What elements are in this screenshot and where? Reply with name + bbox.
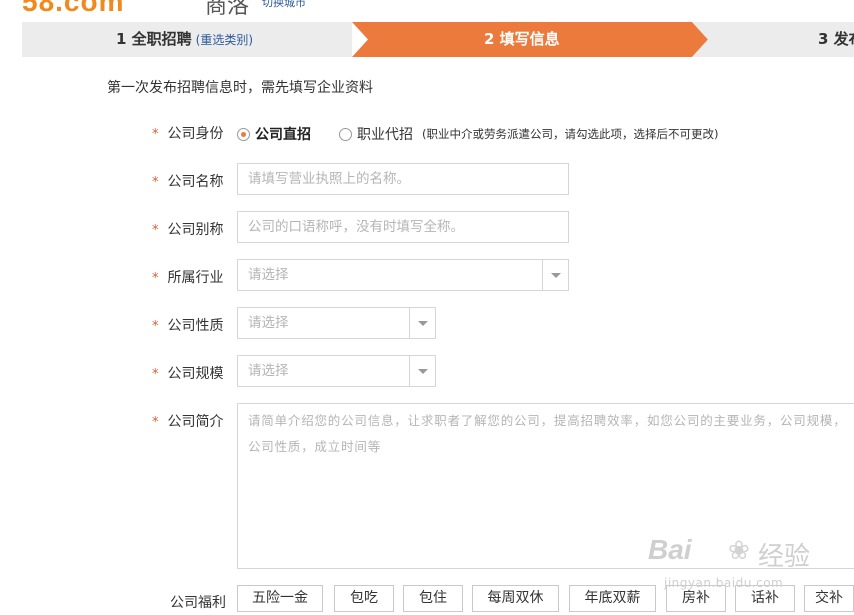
identity-label: * 公司身份 (152, 126, 224, 142)
step-2-current: 2 填写信息 (352, 22, 708, 57)
baidu-jingyan-watermark: Bai ❀ 经验 jingyan.baidu.com (640, 534, 850, 594)
watermark-brand: Bai (648, 534, 692, 565)
watermark-url: jingyan.baidu.com (664, 576, 784, 590)
welfare-label: 公司福利 (170, 595, 226, 611)
industry-select[interactable]: 请选择 (237, 259, 569, 291)
scale-select-value: 请选择 (248, 363, 289, 379)
current-city: 商洛 (205, 0, 250, 19)
industry-select-value: 请选择 (248, 267, 289, 283)
paw-icon: ❀ (728, 536, 750, 566)
welfare-tag[interactable]: 包吃 (334, 585, 394, 612)
welfare-tag[interactable]: 每周双休 (472, 585, 559, 612)
chevron-down-icon[interactable] (409, 356, 435, 386)
chevron-down-icon[interactable] (542, 260, 568, 290)
welfare-tag[interactable]: 五险一金 (237, 585, 323, 612)
step-3: 3 发布 (692, 22, 854, 57)
radio-agency-label: 职业代招 (357, 127, 413, 143)
radio-checked-icon (237, 127, 250, 141)
watermark-brand-cn: 经验 (758, 542, 811, 572)
identity-note: (职业中介或劳务派遣公司，请勾选此项，选择后不可更改) (422, 127, 719, 141)
company-alias-label: * 公司别称 (152, 222, 224, 238)
top-header: 58.com 商洛 切换城市 (0, 0, 854, 20)
chevron-down-icon[interactable] (409, 308, 435, 338)
radio-unchecked-icon (339, 127, 352, 141)
nature-select-value: 请选择 (248, 315, 289, 331)
nature-select[interactable]: 请选择 (237, 307, 436, 339)
reselect-category-link[interactable]: (重选类别) (196, 33, 253, 47)
welfare-tag[interactable]: 包住 (403, 585, 463, 612)
switch-city-link[interactable]: 切换城市 (262, 0, 306, 10)
required-mark: * (152, 127, 159, 142)
step-1-label: 1 全职招聘 (116, 30, 192, 48)
company-intro-label: * 公司简介 (152, 414, 224, 430)
step-2-label: 2 填写信息 (484, 30, 560, 48)
radio-direct-hire[interactable]: 公司直招 (237, 124, 311, 144)
scale-label: * 公司规模 (152, 366, 224, 382)
step-3-label: 3 发布 (818, 30, 854, 48)
industry-label: * 所属行业 (152, 270, 224, 286)
radio-agency[interactable]: 职业代招 (339, 124, 413, 144)
company-name-label: * 公司名称 (152, 174, 224, 190)
company-name-input[interactable]: 请填写营业执照上的名称。 (237, 163, 569, 195)
radio-direct-hire-label: 公司直招 (255, 127, 311, 143)
progress-steps: 1 全职招聘 (重选类别) 2 填写信息 3 发布 (22, 22, 854, 57)
company-alias-input[interactable]: 公司的口语称呼，没有时填写全称。 (237, 211, 569, 243)
nature-label: * 公司性质 (152, 318, 224, 334)
scale-select[interactable]: 请选择 (237, 355, 436, 387)
step-1: 1 全职招聘 (重选类别) (22, 22, 352, 57)
intro-text: 第一次发布招聘信息时，需先填写企业资料 (107, 80, 373, 96)
site-logo[interactable]: 58.com (22, 0, 125, 18)
